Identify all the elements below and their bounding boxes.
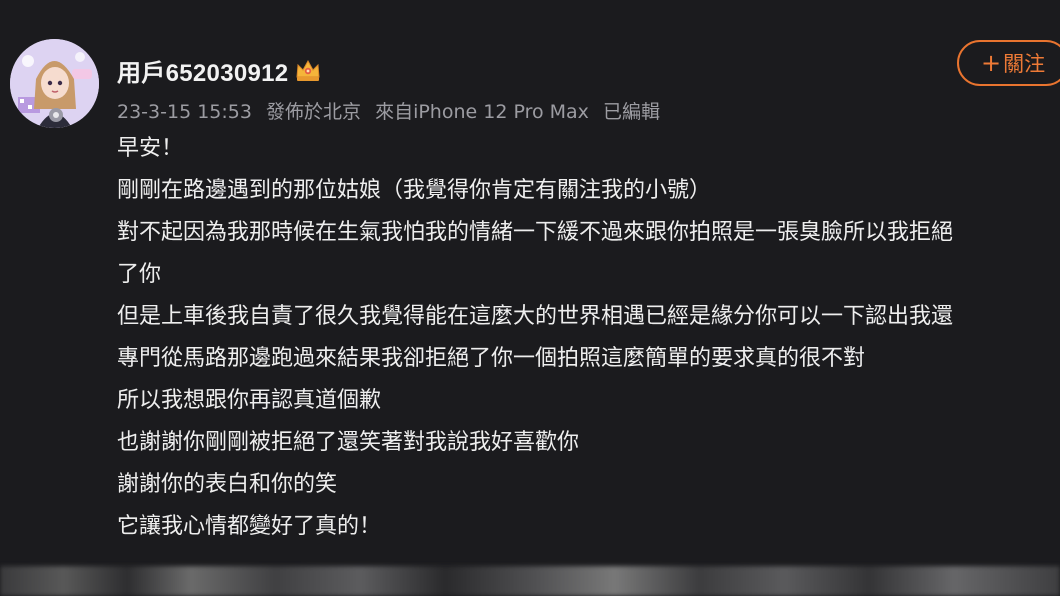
post-card: 用戶652030912 23-3-15 15:53 發佈於北京 來自iPhone… bbox=[0, 0, 1060, 566]
content-line: 但是上車後我自責了很久我覺得能在這麼大的世界相遇已經是緣分你可以一下認出我還 bbox=[117, 304, 954, 329]
user-avatar[interactable] bbox=[10, 39, 99, 128]
content-line: 早安！ bbox=[117, 136, 184, 161]
content-line: 所以我想跟你再認真道個歉 bbox=[117, 388, 382, 413]
avatar-image-icon bbox=[10, 39, 99, 128]
post-meta: 23-3-15 15:53 發佈於北京 來自iPhone 12 Pro Max … bbox=[117, 97, 668, 124]
content-line: 也謝謝你剛剛被拒絕了還笑著對我說我好喜歡你 bbox=[117, 430, 580, 455]
post-edited-label: 已編輯 bbox=[602, 101, 660, 123]
content-line: 謝謝你的表白和你的笑 bbox=[117, 472, 338, 497]
post-timestamp: 23-3-15 15:53 bbox=[117, 101, 252, 123]
post-location: 發佈於北京 bbox=[266, 101, 362, 123]
content-line: 對不起因為我那時候在生氣我怕我的情緒一下緩不過來跟你拍照是一張臭臉所以我拒絕 bbox=[117, 220, 954, 245]
vip-crown-icon bbox=[294, 57, 322, 83]
post-content: 早安！ 剛剛在路邊遇到的那位姑娘（我覺得你肯定有關注我的小號） 對不起因為我那時… bbox=[117, 128, 1060, 548]
content-line: 剛剛在路邊遇到的那位姑娘（我覺得你肯定有關注我的小號） bbox=[117, 178, 712, 203]
content-line: 了你 bbox=[117, 262, 162, 287]
follow-button-label: 關注 bbox=[1003, 52, 1046, 76]
post-device: 來自iPhone 12 Pro Max bbox=[375, 101, 589, 123]
blurred-image-strip bbox=[0, 566, 1060, 596]
username[interactable]: 用戶652030912 bbox=[117, 53, 288, 88]
plus-icon: + bbox=[981, 49, 1002, 77]
content-line: 專門從馬路那邊跑過來結果我卻拒絕了你一個拍照這麼簡單的要求真的很不對 bbox=[117, 346, 866, 371]
content-line: 它讓我心情都變好了真的！ bbox=[117, 514, 382, 539]
follow-button[interactable]: + 關注 bbox=[957, 40, 1060, 86]
author-row: 用戶652030912 bbox=[117, 53, 322, 88]
